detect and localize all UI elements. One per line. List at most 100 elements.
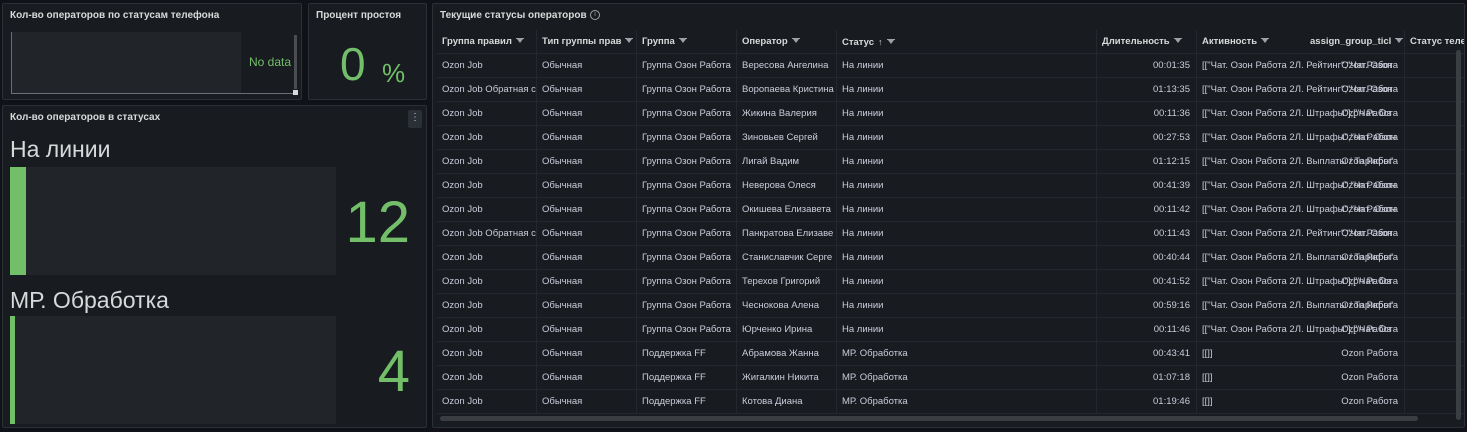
filter-icon[interactable] [1395, 38, 1404, 45]
info-icon[interactable]: i [590, 10, 600, 20]
table-row[interactable]: Ozon Job Обычная Группа Озон Работа Терехов… [437, 270, 1464, 294]
legend-scrollbar[interactable] [294, 35, 297, 89]
column-header-label: Оператор [742, 36, 788, 47]
table-row[interactable]: Ozon Job Обычная Группа Озон Работа Юрченко… [437, 318, 1464, 342]
table-cell: Ozon Работа [1305, 366, 1405, 390]
table-row[interactable]: Ozon Job Обратная с Обычная Группа Озон Ра… [437, 78, 1464, 102]
panel-title: Кол-во операторов в статусах [10, 112, 161, 123]
stat-value: 0 [340, 38, 366, 90]
table-row[interactable]: Ozon Job Обычная Группа Озон Работа Вересов… [437, 54, 1464, 78]
table-cell: Ozon Job [437, 270, 537, 294]
table-cell: Жикина Валерия [737, 102, 837, 126]
table-cell: 00:11:46 [1097, 318, 1197, 342]
kebab-menu-icon[interactable]: ⋮ [408, 110, 422, 128]
table-cell: Обычная [537, 294, 637, 318]
table-cell: На линии [837, 78, 1097, 102]
gauge-label: МР. Обработка [10, 287, 169, 313]
filter-icon[interactable] [515, 38, 524, 45]
table-row[interactable]: Ozon Job Обратная с Обычная Группа Озон Ра… [437, 222, 1464, 246]
horizontal-scrollbar[interactable] [440, 416, 1418, 421]
table-row[interactable]: Ozon Job Обычная Поддержка FF Котова Диана М… [437, 390, 1464, 414]
table-cell: Ozon Job [437, 126, 537, 150]
table-cell: На линии [837, 270, 1097, 294]
table-cell: Обычная [537, 150, 637, 174]
table-row[interactable]: Ozon Job Обычная Группа Озон Работа Станисл… [437, 246, 1464, 270]
column-header-label: assign_group_ticl [1310, 36, 1392, 47]
column-header[interactable]: Статус ↑ [837, 30, 1097, 54]
column-header[interactable]: Группа [637, 30, 737, 54]
gauge-value: 4 [377, 339, 410, 404]
column-header[interactable]: Оператор [737, 30, 837, 54]
table-cell: Ozon Работа [1305, 318, 1405, 342]
table-cell: Группа Озон Работа [637, 126, 737, 150]
table-cell: 00:41:39 [1097, 174, 1197, 198]
table-cell: Группа Озон Работа [637, 222, 737, 246]
table-row[interactable]: Ozon Job Обычная Группа Озон Работа Лигай В… [437, 150, 1464, 174]
filter-icon[interactable] [886, 39, 895, 46]
table-row[interactable]: Ozon Job Обычная Группа Озон Работа Зиновье… [437, 126, 1464, 150]
table-cell: На линии [837, 246, 1097, 270]
vertical-scrollbar[interactable] [1456, 50, 1461, 420]
no-data-label: No data [249, 55, 292, 69]
table-cell: 00:01:35 [1097, 54, 1197, 78]
filter-icon[interactable] [1261, 38, 1270, 45]
table-cell: Ozon Job [437, 198, 537, 222]
gauge-bar [10, 167, 336, 275]
table-cell: 00:27:53 [1097, 126, 1197, 150]
table-cell: Обычная [537, 270, 637, 294]
table-cell: Ozon Работа [1305, 174, 1405, 198]
filter-icon[interactable] [678, 38, 687, 45]
column-header[interactable]: assign_group_ticl [1305, 30, 1405, 54]
phone-status-panel: Кол-во операторов по статусам телефона N… [2, 3, 302, 100]
table-cell: Вересова Ангелина [737, 54, 837, 78]
filter-icon[interactable] [625, 38, 634, 45]
x-axis [11, 93, 294, 94]
table-cell: Обычная [537, 390, 637, 414]
table-cell: Ozon Работа [1305, 54, 1405, 78]
table-cell: На линии [837, 102, 1097, 126]
table-cell: Ozon Job [437, 366, 537, 390]
table-cell: Ozon Job [437, 102, 537, 126]
table-cell: Ozon Job Обратная с [437, 78, 537, 102]
table-cell: Ozon Работа [1305, 126, 1405, 150]
table-row[interactable]: Ozon Job Обычная Группа Озон Работа Жикина … [437, 102, 1464, 126]
table-cell: На линии [837, 294, 1097, 318]
column-header[interactable]: Группа правил [437, 30, 537, 54]
table-cell: Ozon Job [437, 318, 537, 342]
table-cell: Группа Озон Работа [637, 318, 737, 342]
table-cell: Группа Озон Работа [637, 270, 737, 294]
table-cell: На линии [837, 318, 1097, 342]
table-cell: Ozon Job [437, 150, 537, 174]
table-cell: Чеснокова Алена [737, 294, 837, 318]
sort-asc-icon[interactable]: ↑ [878, 37, 883, 47]
table-cell: Абрамова Жанна [737, 342, 837, 366]
table-row[interactable]: Ozon Job Обычная Поддержка FF Абрамова Жанн… [437, 342, 1464, 366]
table-cell: МР. Обработка [837, 366, 1097, 390]
stat-unit: % [382, 58, 406, 88]
table-row[interactable]: Ozon Job Обычная Группа Озон Работа Неверов… [437, 174, 1464, 198]
table-cell: 00:43:41 [1097, 342, 1197, 366]
table-cell: На линии [837, 174, 1097, 198]
column-header-label: Группа правил [442, 36, 512, 47]
table-row[interactable]: Ozon Job Обычная Группа Озон Работа Окишева… [437, 198, 1464, 222]
table-cell: Зиновьев Сергей [737, 126, 837, 150]
table-cell: 00:11:42 [1097, 198, 1197, 222]
gauge-fill [10, 167, 27, 275]
table-cell: Группа Озон Работа [637, 150, 737, 174]
table-cell: Группа Озон Работа [637, 198, 737, 222]
column-header[interactable]: Тип группы прав [537, 30, 637, 54]
table-cell: Ozon Job Обратная с [437, 222, 537, 246]
table-cell: Ozon Job [437, 174, 537, 198]
resize-handle[interactable] [293, 90, 298, 95]
table-cell: Обычная [537, 318, 637, 342]
table-cell: Терехов Григорий [737, 270, 837, 294]
filter-icon[interactable] [1173, 38, 1182, 45]
table-cell: Обычная [537, 222, 637, 246]
table-row[interactable]: Ozon Job Обычная Поддержка FF Жигалкин Ники… [437, 366, 1464, 390]
table-cell: Поддержка FF [637, 366, 737, 390]
table-row[interactable]: Ozon Job Обычная Группа Озон Работа Чесноко… [437, 294, 1464, 318]
filter-icon[interactable] [791, 38, 800, 45]
table-cell: 00:11:36 [1097, 102, 1197, 126]
table-cell: Обычная [537, 174, 637, 198]
column-header[interactable]: Длительность [1097, 30, 1197, 54]
